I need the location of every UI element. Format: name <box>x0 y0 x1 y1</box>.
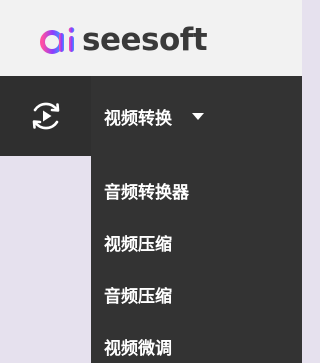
dropdown-item-video-tweak[interactable]: 视频微调 <box>91 323 302 363</box>
logo-ai-mark <box>40 27 75 54</box>
aiseesoft-logo[interactable]: seesoft <box>38 21 208 58</box>
caret-down-icon <box>192 112 204 120</box>
dropdown-item-audio-compress[interactable]: 音频压缩 <box>91 271 302 323</box>
dropdown-item-audio-converter[interactable]: 音频转换器 <box>91 167 302 219</box>
main-navbar: 视频转换 <box>0 76 302 156</box>
logo-text: seesoft <box>82 21 208 58</box>
video-convert-menu-label: 视频转换 <box>104 108 172 129</box>
site-header: seesoft <box>0 0 302 76</box>
refresh-play-icon[interactable] <box>28 98 64 134</box>
dropdown-item-video-compress[interactable]: 视频压缩 <box>91 219 302 271</box>
left-background-panel <box>0 156 91 363</box>
video-convert-menu[interactable]: 视频转换 <box>104 76 204 156</box>
video-convert-dropdown: 音频转换器 视频压缩 音频压缩 视频微调 <box>91 156 302 363</box>
nav-home-cell[interactable] <box>0 76 91 156</box>
